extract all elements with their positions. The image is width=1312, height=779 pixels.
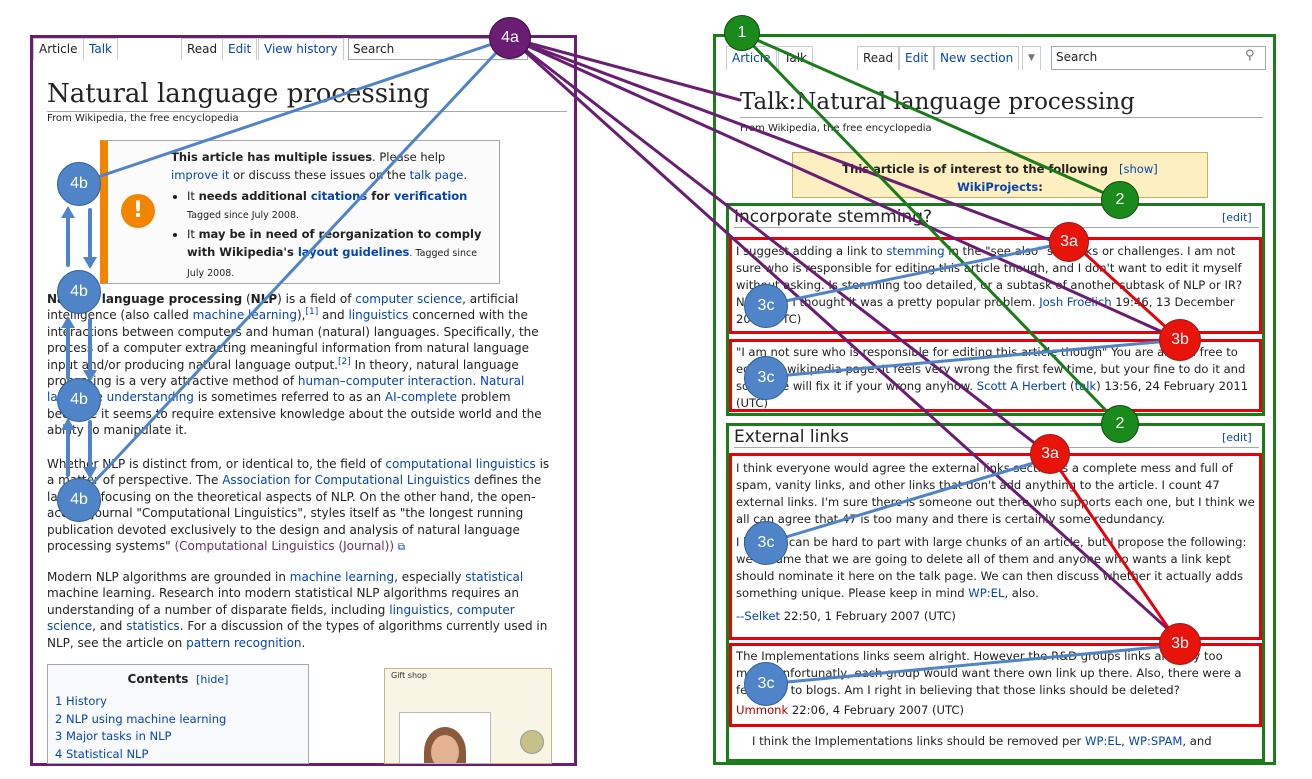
user-link[interactable]: Selket: [744, 609, 780, 623]
warning-icon: !: [121, 194, 155, 228]
toc-item[interactable]: 1 History: [55, 694, 107, 708]
toc-title: Contents: [127, 672, 189, 686]
marker-4a: 4a: [489, 17, 531, 59]
paragraph-2: Whether NLP is distinct from, or identic…: [47, 457, 550, 554]
section-title: Incorporate stemming?: [734, 207, 1259, 228]
improve-link[interactable]: improve it: [171, 168, 229, 182]
marker-4b: 4b: [57, 270, 101, 314]
journal-link[interactable]: (Computational Linguistics (Journal)): [174, 539, 394, 553]
tab-view-history[interactable]: View history: [258, 38, 344, 60]
toc-header: Contents [hide]: [47, 672, 309, 686]
comment-text: I think everyone would agree the externa…: [736, 461, 1255, 623]
gift-shop-image: [399, 712, 491, 764]
toc-hide-link[interactable]: [hide]: [196, 673, 228, 686]
comment-text: I suggest adding a link to stemming in t…: [736, 244, 1243, 326]
issues-text: This article has multiple issues. Please…: [171, 148, 493, 283]
marker-4b: 4b: [57, 478, 101, 522]
paragraph-1: Natural language processing (NLP) is a f…: [47, 292, 542, 438]
marker-2: 2: [1101, 181, 1139, 219]
ref-link[interactable]: [1]: [305, 307, 318, 317]
marker-1: 1: [724, 15, 760, 51]
tab-new-section[interactable]: New section: [934, 46, 1020, 70]
link[interactable]: statistical: [465, 570, 523, 584]
verification-link[interactable]: verification: [394, 189, 468, 203]
marker-3c: 3c: [744, 521, 788, 565]
link[interactable]: machine learning: [193, 308, 297, 322]
citations-link[interactable]: citations: [311, 189, 367, 203]
comment-text: I think the Implementations links should…: [752, 734, 1212, 748]
marker-2: 2: [1101, 405, 1139, 443]
external-link-icon: ⧉: [397, 542, 405, 554]
issue-item: It may be in need of reorganization to c…: [187, 225, 493, 283]
issues-head: This article has multiple issues: [171, 150, 373, 164]
link[interactable]: Association for Computational Linguistic…: [222, 473, 470, 487]
marker-3c: 3c: [744, 284, 788, 328]
link[interactable]: WP:EL: [1085, 734, 1121, 748]
tab-read[interactable]: Read: [857, 46, 900, 70]
marker-3a: 3a: [1030, 434, 1070, 474]
link[interactable]: stemming: [886, 244, 944, 258]
ref-link[interactable]: [2]: [338, 357, 351, 367]
talk-page-link[interactable]: talk page: [410, 168, 464, 182]
tab-article[interactable]: Article: [33, 38, 84, 60]
link[interactable]: AI-complete: [385, 390, 457, 404]
link[interactable]: computational linguistics: [385, 457, 535, 471]
banner-text: This article is of interest to the follo…: [842, 162, 1158, 194]
marker-4b: 4b: [57, 378, 101, 422]
tab-edit[interactable]: Edit: [899, 46, 935, 70]
link[interactable]: pattern recognition: [186, 636, 301, 650]
link[interactable]: WP:SPAM: [1129, 734, 1183, 748]
search-icon[interactable]: ⚲: [1245, 48, 1255, 63]
wpel-link[interactable]: WP:EL: [968, 586, 1004, 600]
page-title: Natural language processing: [47, 79, 567, 112]
marker-3c: 3c: [744, 356, 788, 400]
marker-3b: 3b: [1159, 623, 1201, 665]
paragraph-3: Modern NLP algorithms are grounded in ma…: [47, 570, 548, 650]
issue-item: It needs additional citations for verifi…: [187, 187, 493, 225]
section-title: External links: [734, 427, 1259, 448]
text: .: [463, 168, 468, 182]
link[interactable]: machine learning: [290, 570, 394, 584]
text: . Please help: [372, 150, 446, 164]
section-edit-link[interactable]: [edit]: [1222, 431, 1252, 444]
toc-list: 1 History 2 NLP using machine learning 3…: [55, 693, 226, 763]
user-link[interactable]: Josh Froelich: [1039, 295, 1111, 309]
tab-talk[interactable]: Talk: [778, 46, 813, 70]
banner-show-link[interactable]: [show]: [1119, 162, 1158, 176]
marker-3c: 3c: [744, 662, 788, 706]
link[interactable]: statistics: [126, 619, 180, 633]
search-input[interactable]: Search: [1051, 46, 1266, 70]
link[interactable]: computer science: [355, 292, 462, 306]
toc-item[interactable]: 2 NLP using machine learning: [55, 712, 226, 726]
tab-talk[interactable]: Talk: [83, 38, 118, 60]
tab-read[interactable]: Read: [181, 38, 224, 60]
link[interactable]: linguistics: [389, 603, 449, 617]
gift-shop-badge: [520, 730, 544, 754]
page-subtitle: From Wikipedia, the free encyclopedia: [740, 123, 932, 134]
tab-edit[interactable]: Edit: [222, 38, 258, 60]
section-edit-link[interactable]: [edit]: [1222, 211, 1252, 224]
gift-shop-title: Gift shop: [391, 671, 427, 680]
link[interactable]: linguistics: [348, 308, 408, 322]
toc-item[interactable]: 4 Statistical NLP: [55, 747, 148, 761]
marker-3a: 3a: [1049, 222, 1089, 262]
toc-item[interactable]: 3 Major tasks in NLP: [55, 729, 172, 743]
page-subtitle: From Wikipedia, the free encyclopedia: [47, 113, 239, 124]
text: or discuss these issues on the: [229, 168, 410, 182]
page-title: Talk:Natural language processing: [740, 89, 1263, 118]
tab-article[interactable]: Article: [726, 46, 777, 70]
link[interactable]: human–computer interaction: [298, 374, 472, 388]
wikiprojects-link[interactable]: WikiProjects: [957, 180, 1038, 194]
more-dropdown-icon[interactable]: ▼: [1022, 46, 1041, 70]
marker-4b: 4b: [57, 162, 101, 206]
talk-link[interactable]: talk: [1075, 379, 1097, 393]
marker-3b: 3b: [1159, 319, 1201, 361]
user-link[interactable]: Scott A Herbert: [977, 379, 1067, 393]
layout-guidelines-link[interactable]: layout guidelines: [298, 245, 410, 259]
